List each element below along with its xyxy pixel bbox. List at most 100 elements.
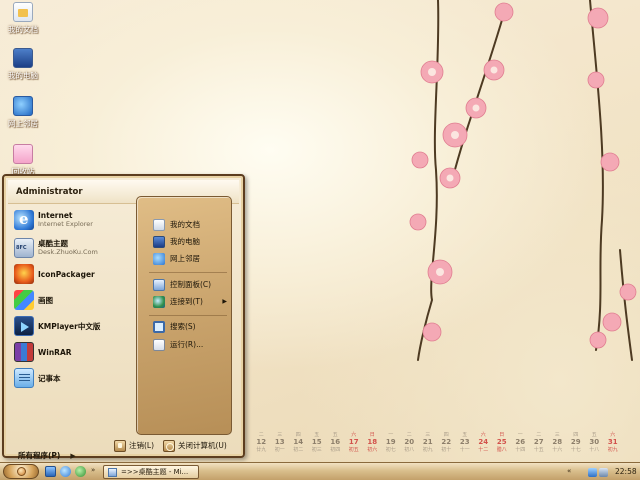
calendar-day-num: 21 [422, 438, 433, 446]
zhuoku-icon [14, 238, 34, 258]
desktop-icon-my-documents[interactable]: 我的文档 [0, 2, 46, 35]
arrow-right-icon: ▶ [222, 298, 227, 305]
calendar-day: 三 28 十六 [548, 432, 567, 453]
taskbar: » =>>桌酷主题 - Mi... « 22:58 [0, 462, 640, 480]
program-internet-explorer[interactable]: InternetInternet Explorer [14, 208, 132, 232]
calendar-day-sub: 腊八 [496, 447, 507, 453]
calendar-day-sub: 初四 [330, 447, 341, 453]
control-panel-icon [153, 278, 165, 291]
calendar-day-num: 24 [478, 438, 489, 446]
place-label: 运行(R)... [170, 340, 204, 349]
start-menu: Administrator InternetInternet Explorer … [2, 174, 245, 460]
calendar-day: 四 14 初二 [289, 432, 308, 453]
program-name: 桌酷主题 [38, 239, 68, 248]
calendar-day: 六 17 初五 [345, 432, 364, 453]
program-subtitle: Internet Explorer [38, 220, 93, 228]
calendar-day: 三 13 初一 [271, 432, 290, 453]
place-my-computer[interactable]: 我的电脑 [153, 234, 233, 249]
notepad-icon [14, 368, 34, 388]
calendar-day-num: 19 [385, 438, 396, 446]
iconpackager-icon [14, 264, 34, 284]
calendar-day-sub: 十五 [533, 447, 544, 453]
calendar-day: 三 21 初九 [419, 432, 438, 453]
places-separator [149, 315, 227, 316]
start-button[interactable] [3, 464, 39, 479]
calendar-day: 四 29 十七 [567, 432, 586, 453]
calendar-day: 日 18 初六 [363, 432, 382, 453]
calendar-day: 二 27 十五 [530, 432, 549, 453]
volume-icon[interactable] [599, 468, 608, 477]
calendar-day-num: 14 [293, 438, 304, 446]
program-name: Internet [38, 211, 73, 220]
show-desktop-icon[interactable] [45, 466, 56, 477]
calendar-day: 日 25 腊八 [493, 432, 512, 453]
calendar-day: 五 15 初三 [308, 432, 327, 453]
shutdown-button[interactable]: 关闭计算机(U) [163, 439, 227, 452]
program-paint[interactable]: 画图 [14, 288, 132, 312]
connect-to-icon [153, 295, 165, 308]
program-winrar[interactable]: WinRAR [14, 340, 132, 364]
program-kmplayer[interactable]: KMPlayer中文版 [14, 314, 132, 338]
desktop-icon-network-places[interactable]: 网上邻居 [0, 96, 46, 129]
power-icon [163, 439, 175, 452]
calendar-day-num: 23 [459, 438, 470, 446]
calendar-day-num: 29 [570, 438, 581, 446]
calendar-day-num: 30 [589, 438, 600, 446]
media-player-icon[interactable] [75, 466, 86, 477]
tray-expand-icon[interactable]: « [567, 467, 571, 475]
desktop-icon-my-computer[interactable]: 我的电脑 [0, 48, 46, 81]
wallpaper-calendar: 二 12 廿九三 13 初一四 14 初二五 15 初三五 16 初四六 17 初五日 18 初六一 19 初七… [252, 432, 622, 453]
place-run[interactable]: 运行(R)... [153, 337, 233, 352]
logoff-button[interactable]: 注销(L) [114, 439, 154, 452]
pinned-programs-panel: InternetInternet Explorer 桌酷主题Desk.ZhuoK… [8, 204, 134, 460]
calendar-day-num: 28 [552, 438, 563, 446]
clock[interactable]: 22:58 [615, 467, 637, 476]
place-search[interactable]: 搜索(S) [153, 319, 233, 334]
kmplayer-icon [14, 316, 34, 336]
calendar-day-sub: 十四 [515, 447, 526, 453]
calendar-day-num: 15 [311, 438, 322, 446]
shutdown-label: 关闭计算机(U) [178, 441, 227, 450]
paint-icon [14, 290, 34, 310]
my-computer-icon [153, 235, 165, 248]
network-places-icon [153, 252, 165, 265]
calendar-day-sub: 十二 [478, 447, 489, 453]
window-icon [108, 467, 117, 477]
place-control-panel[interactable]: 控制面板(C) [153, 277, 233, 292]
program-name: WinRAR [38, 347, 72, 357]
place-my-documents[interactable]: 我的文档 [153, 217, 233, 232]
desktop-icon-label: 网上邻居 [8, 119, 38, 128]
calendar-day-sub: 初九 [607, 447, 618, 453]
place-network-places[interactable]: 网上邻居 [153, 251, 233, 266]
network-status-icon[interactable] [588, 468, 597, 477]
program-name: 画图 [38, 295, 53, 305]
calendar-day: 四 22 初十 [437, 432, 456, 453]
calendar-day: 二 12 廿九 [252, 432, 271, 453]
calendar-day-sub: 十七 [570, 447, 581, 453]
place-label: 连接到(T) [170, 297, 203, 306]
desktop-icon-recycle-bin[interactable]: 回收站 [0, 144, 46, 177]
internet-explorer-icon[interactable] [60, 466, 71, 477]
my-documents-icon [13, 2, 33, 22]
place-label: 我的文档 [170, 220, 200, 229]
calendar-day-num: 27 [533, 438, 544, 446]
taskbar-window-button[interactable]: =>>桌酷主题 - Mi... [103, 465, 199, 479]
internet-explorer-icon [14, 210, 34, 230]
calendar-day-num: 18 [367, 438, 378, 446]
quicklaunch-chevron-icon[interactable]: » [91, 466, 95, 474]
program-iconpackager[interactable]: IconPackager [14, 262, 132, 286]
calendar-day-num: 16 [330, 438, 341, 446]
program-notepad[interactable]: 记事本 [14, 366, 132, 390]
calendar-day-sub: 初二 [293, 447, 304, 453]
places-separator [149, 272, 227, 273]
place-label: 我的电脑 [170, 237, 200, 246]
program-zhuoku[interactable]: 桌酷主题Desk.ZhuoKu.Com [14, 236, 132, 260]
calendar-day-sub: 初五 [348, 447, 359, 453]
calendar-day-num: 20 [404, 438, 415, 446]
my-documents-icon [153, 218, 165, 231]
search-icon [153, 320, 165, 333]
calendar-day-sub: 初八 [404, 447, 415, 453]
place-connect-to[interactable]: 连接到(T) ▶ [153, 294, 233, 309]
calendar-day-num: 25 [496, 438, 507, 446]
calendar-day: 五 16 初四 [326, 432, 345, 453]
